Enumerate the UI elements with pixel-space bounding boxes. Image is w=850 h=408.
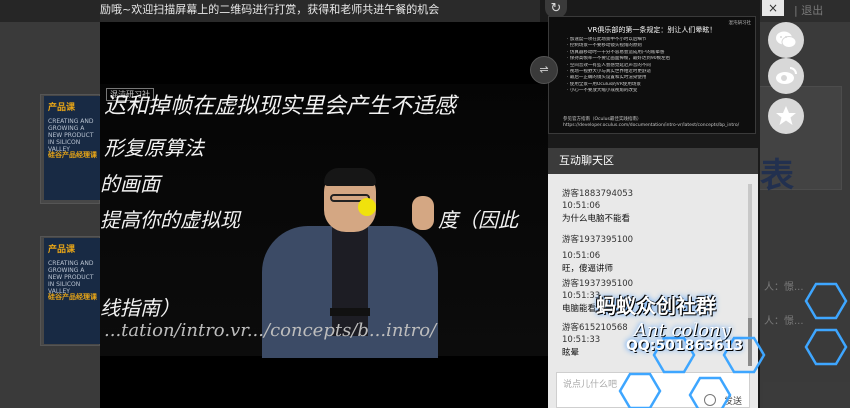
course-thumbnail-tag: 产品课 (48, 245, 76, 255)
chat-panel: 互动聊天区 游客1883794053 10:51:06 为什么电脑不能看 游客1… (548, 148, 758, 408)
course-thumbnail[interactable]: 产品课 CREATING AND GROWING A NEW PRODUCT I… (44, 238, 100, 344)
video-player[interactable]: 混沌研习社 迟和掉帧在虚拟现实里会产生不适感 形复原算法 的画面 提高你的虚拟现… (100, 22, 548, 408)
chat-message-time: 10:51:06 (562, 251, 601, 261)
chat-message-user: 游客1937395100 (562, 235, 634, 245)
swap-icon: ⇌ (539, 63, 549, 76)
close-button[interactable]: × (762, 0, 784, 16)
swap-view-button[interactable]: ⇌ (530, 56, 558, 84)
share-wechat-button[interactable] (768, 22, 804, 58)
promo-footer: 参见官方指南（Oculus最佳实践指南）https://developer.oc… (563, 117, 740, 128)
chat-message-time: 10:51:06 (562, 201, 601, 211)
slide-text-line: 的画面 (100, 172, 160, 196)
share-weibo-button[interactable] (768, 58, 804, 94)
course-thumbnail[interactable]: 产品课 CREATING AND GROWING A NEW PRODUCT I… (44, 96, 100, 200)
chat-message: 游客1883794053 10:51:06 为什么电脑不能看 (562, 188, 748, 226)
chat-message: 游客1937395100 10:51:06 旺，傻逼讲师 (562, 234, 748, 276)
course-thumbnail-tag: 产品课 (48, 103, 76, 113)
course-thumbnail-body: CREATING AND GROWING A NEW PRODUCT IN SI… (48, 260, 94, 295)
send-button[interactable]: 发送 (716, 394, 750, 408)
course-thumbnail-subtitle: 硅谷产品经理课 (48, 293, 97, 301)
chat-header: 互动聊天区 (548, 148, 758, 174)
promo-slide-panel[interactable]: 混沌研习社 VR俱乐部的第一条规定：别让人们晕眩！ · 加速度一项在此场景中不小… (548, 16, 756, 134)
chat-message-user: 游客1883794053 (562, 189, 634, 199)
emoji-button[interactable] (704, 394, 716, 406)
watermark-contact: QQ:501863613 (626, 338, 744, 354)
watermark-title: 蚂蚁众创社群 (596, 294, 716, 318)
slide-text-line: 提高你的虚拟现 (100, 208, 240, 232)
chat-message-text: 为什么电脑不能看 (562, 214, 631, 224)
promo-title: VR俱乐部的第一条规定：别让人们晕眩！ (587, 26, 717, 34)
wechat-icon (776, 31, 797, 48)
promo-list: · 加速度一项在此场景中不小时以后细节 · 控制场景一不要移动镜头视角的原则 ·… (567, 37, 753, 95)
slide-text-line: 度（因此 (438, 208, 518, 232)
favorite-button[interactable] (768, 98, 804, 134)
weibo-icon (776, 67, 797, 84)
refresh-icon: ↻ (550, 1, 562, 16)
course-thumbnail-body: CREATING AND GROWING A NEW PRODUCT IN SI… (48, 118, 94, 153)
chat-scrollbar-thumb[interactable] (748, 318, 752, 366)
announcement-marquee: 励哦~欢迎扫描屏幕上的二维码进行打赏，获得和老师共进午餐的机会 (100, 0, 540, 22)
slide-text-line: ...tation/intro.vr.../concepts/b...intro… (104, 320, 437, 341)
course-thumbnail-subtitle: 硅谷产品经理课 (48, 151, 97, 159)
slide-text-line: 形复原算法 (104, 136, 204, 160)
slide-text-line: 迟和掉帧在虚拟现实里会产生不适感 (104, 94, 457, 119)
chat-message-text: 旺，傻逼讲师 (562, 264, 614, 274)
promo-list-item: · 小心一不要放大缩小或视角的改变 (567, 88, 638, 94)
chat-message-user: 游客1937395100 (562, 279, 634, 289)
star-icon (776, 106, 796, 125)
microphone-badge (358, 198, 376, 216)
slide-text-line: 线指南） (100, 296, 180, 320)
